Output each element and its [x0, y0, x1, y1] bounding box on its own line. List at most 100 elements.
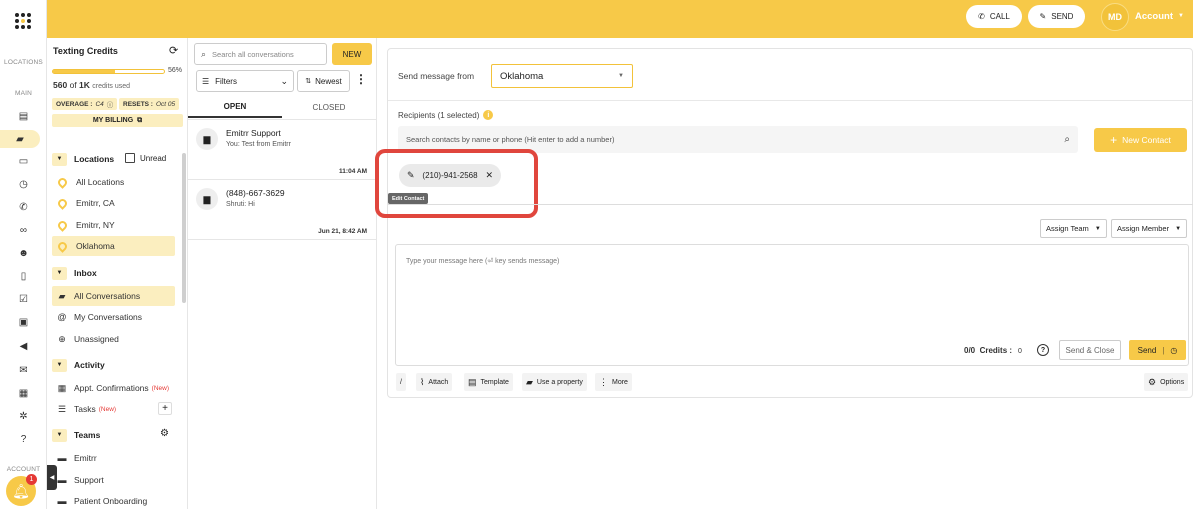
conversation-item[interactable]: ▆ Emitrr Support You: Test from Emitrr 1… [188, 120, 377, 180]
sidebar-scrollbar[interactable] [182, 153, 186, 303]
app-logo[interactable] [8, 6, 38, 36]
call-button[interactable]: ✆ CALL [966, 5, 1022, 28]
credits-percent: 56% [168, 67, 183, 74]
teams-section[interactable]: ▼ Teams [52, 427, 100, 443]
more-button[interactable]: ⋮ More [595, 373, 632, 391]
tab-closed[interactable]: CLOSED [282, 96, 376, 118]
filter-icon: ☰ [202, 76, 210, 86]
timer-icon[interactable]: ◷ [0, 175, 47, 193]
megaphone-icon[interactable]: ◀ [0, 337, 47, 355]
conversation-list: ⌕ Search all conversations NEW ☰ Filters … [188, 38, 377, 509]
template-icon: ▤ [468, 376, 477, 387]
credits-progress-fill [53, 70, 116, 73]
filters-dropdown[interactable]: ☰ Filters ⌄ [196, 70, 294, 92]
location-pin-icon [56, 175, 69, 189]
message-input[interactable]: Type your message here (⏎ key sends mess… [395, 244, 1189, 366]
send-from-select[interactable]: Oklahoma ▼ [491, 64, 633, 88]
account-menu[interactable]: Account ▼ [1135, 11, 1184, 22]
template-button[interactable]: ▤ Template [464, 373, 513, 391]
help-icon[interactable]: ? [0, 430, 47, 448]
attach-button[interactable]: ⌇ Attach [416, 373, 453, 391]
inbox-section[interactable]: ▼ Inbox [52, 265, 97, 281]
team-item[interactable]: ▬ Patient Onboarding [52, 491, 175, 509]
location-pin-icon [56, 218, 69, 232]
send-button[interactable]: ✎ SEND [1028, 5, 1085, 28]
add-task-button[interactable]: + [158, 402, 172, 415]
recipients-label: Recipients (1 selected) i [398, 110, 494, 120]
location-item-active[interactable]: Oklahoma [52, 236, 175, 256]
phone-icon: ✆ [978, 12, 985, 21]
new-contact-button[interactable]: + New Contact [1094, 128, 1187, 152]
resets-chip: RESETS : Oct 05 [119, 98, 180, 110]
team-item[interactable]: ▬ Emitrr [52, 448, 175, 468]
folder-icon: ▬ [57, 496, 67, 506]
search-icon[interactable]: ⌕ [1064, 134, 1070, 145]
voicemail-icon[interactable]: ∞ [0, 221, 47, 239]
activity-item-tasks[interactable]: ☰ Tasks (New) [52, 399, 175, 419]
options-button[interactable]: ⚙ Options [1144, 373, 1189, 391]
overage-chip: OVERAGE : C4 ⓘ [52, 98, 118, 110]
dashboard-icon[interactable]: ▤ [0, 107, 47, 125]
team-item[interactable]: ▬ Support [52, 470, 175, 490]
refresh-icon[interactable]: ⟳ [169, 44, 178, 57]
caret-down-icon[interactable]: ▼ [52, 428, 67, 442]
assign-team-dropdown[interactable]: Assign Team ▼ [1040, 219, 1107, 238]
more-options-icon[interactable]: ⋮ [355, 72, 367, 86]
send-close-button[interactable]: Send & Close [1059, 340, 1121, 360]
list-icon: ☰ [57, 403, 67, 414]
location-item[interactable]: All Locations [52, 172, 175, 192]
message-icon: ▆ [196, 188, 218, 210]
calendar-icon[interactable]: ▦ [0, 384, 47, 402]
my-billing-link[interactable]: MY BILLING ⧉ [52, 114, 183, 127]
send-button[interactable]: Send | ◷ [1129, 340, 1186, 360]
conversation-search-input[interactable]: ⌕ Search all conversations [194, 43, 327, 65]
caret-down-icon[interactable]: ▼ [52, 152, 67, 166]
document-icon[interactable]: ▯ [0, 267, 47, 285]
message-icon: ▆ [196, 128, 218, 150]
clock-icon[interactable]: ◷ [1170, 346, 1177, 355]
use-property-button[interactable]: ▰ Use a property [522, 373, 587, 391]
people-icon[interactable]: ☻ [0, 244, 47, 262]
pencil-icon: ✎ [1039, 12, 1047, 21]
caret-down-icon: ▼ [1175, 225, 1182, 232]
avatar[interactable]: MD [1101, 3, 1129, 31]
chat-icon[interactable]: ▰ [0, 130, 40, 148]
checklist-icon[interactable]: ☑ [0, 290, 47, 308]
tab-open[interactable]: OPEN [188, 96, 282, 118]
sort-button[interactable]: ⇅ Newest [297, 70, 350, 92]
more-vertical-icon: ⋮ [599, 376, 608, 387]
external-link-icon: ⧉ [137, 116, 143, 124]
phone-icon[interactable]: ✆ [0, 198, 47, 216]
caret-down-icon[interactable]: ▼ [52, 266, 67, 280]
location-item[interactable]: Emitrr, CA [52, 193, 175, 213]
caret-down-icon: ▼ [1178, 13, 1184, 19]
highlight-annotation [375, 149, 538, 218]
help-icon[interactable]: ? [1037, 344, 1049, 356]
activity-item-appt[interactable]: ▦ Appt. Confirmations (New) [52, 378, 175, 398]
checkbox[interactable] [125, 153, 135, 163]
activity-section[interactable]: ▼ Activity [52, 357, 105, 373]
location-item[interactable]: Emitrr, NY [52, 215, 175, 235]
wrench-icon[interactable]: ✲ [0, 407, 47, 425]
property-icon: ▰ [526, 376, 533, 387]
caret-down-icon[interactable]: ▼ [52, 358, 67, 372]
inbox-item-mine[interactable]: @ My Conversations [52, 307, 175, 327]
new-conversation-button[interactable]: NEW [332, 43, 372, 65]
slash-command-button[interactable]: / [396, 373, 406, 391]
unread-filter[interactable]: Unread [125, 153, 166, 163]
inbox-item-unassigned[interactable]: ⊕ Unassigned [52, 329, 175, 349]
location-pin-icon [56, 239, 69, 253]
inbox-item-all[interactable]: ▰ All Conversations [52, 286, 175, 306]
conversation-item[interactable]: ▆ (848)-667-3629 Shruti: Hi Jun 21, 8:42… [188, 180, 377, 240]
mail-icon[interactable]: ✉ [0, 361, 47, 379]
gear-icon: ⚙ [1148, 376, 1157, 387]
gear-icon[interactable]: ⚙ [160, 428, 169, 439]
locations-section[interactable]: ▼ Locations [52, 151, 114, 167]
message-icon[interactable]: ▭ [0, 152, 47, 170]
calendar-icon: ▦ [57, 382, 67, 393]
info-icon[interactable]: i [483, 110, 494, 120]
info-icon[interactable]: ⓘ [107, 99, 114, 109]
collapse-sidebar-button[interactable]: ◀ [47, 465, 57, 490]
assign-member-dropdown[interactable]: Assign Member ▼ [1111, 219, 1188, 238]
billing-icon[interactable]: ▣ [0, 313, 47, 331]
